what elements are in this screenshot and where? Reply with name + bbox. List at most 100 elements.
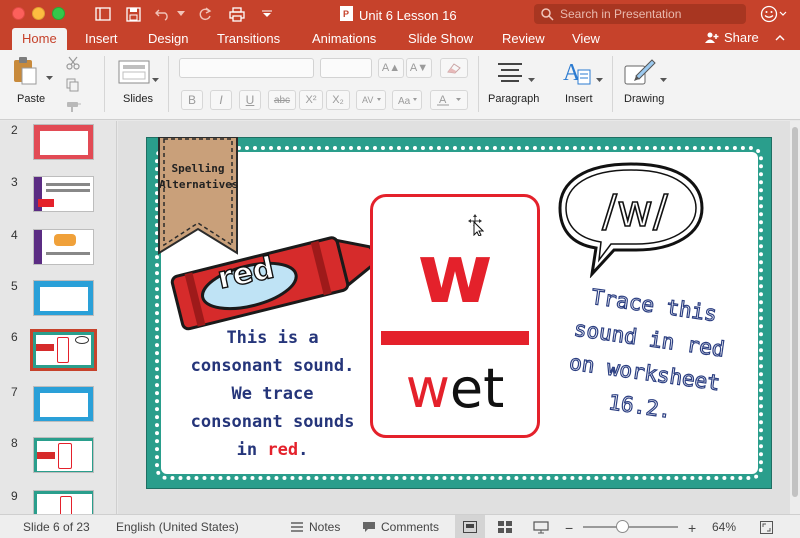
language-indicator[interactable]: English (United States) <box>116 520 239 534</box>
fit-to-window-button[interactable] <box>760 521 773 534</box>
subscript-button[interactable]: X₂ <box>326 90 350 110</box>
underline-button[interactable]: U <box>239 90 261 110</box>
slide-sorter-button[interactable] <box>498 521 512 533</box>
slide-thumbnail-5[interactable] <box>33 280 94 316</box>
save-icon[interactable] <box>124 5 142 23</box>
slides-label: Slides <box>123 93 153 105</box>
italic-button[interactable]: I <box>210 90 232 110</box>
svg-text:P: P <box>343 9 349 19</box>
collapse-ribbon-icon[interactable] <box>775 30 785 44</box>
paragraph-dropdown-icon[interactable] <box>528 70 535 88</box>
insert-icon[interactable]: A <box>562 58 592 91</box>
decrease-font-size-button[interactable]: A▼ <box>406 58 432 78</box>
print-icon[interactable] <box>228 5 246 23</box>
ribbon-tabs: Home Insert Design Transitions Animation… <box>0 28 800 50</box>
redo-icon[interactable] <box>196 5 214 23</box>
normal-view-button[interactable] <box>455 515 485 538</box>
share-button[interactable]: Share <box>705 30 759 45</box>
tab-transitions[interactable]: Transitions <box>217 31 280 46</box>
comments-button[interactable]: Comments <box>362 520 439 534</box>
copy-icon[interactable] <box>66 78 80 97</box>
tab-home[interactable]: Home <box>12 28 67 50</box>
slide-number: 7 <box>11 385 18 399</box>
insert-dropdown-icon[interactable] <box>596 70 603 88</box>
feedback-smiley-icon[interactable] <box>760 4 788 29</box>
slide-number: 2 <box>11 123 18 137</box>
search-input[interactable]: Search in Presentation <box>534 4 746 24</box>
zoom-out-button[interactable]: − <box>565 520 573 536</box>
cut-icon[interactable] <box>66 56 80 75</box>
paste-dropdown-icon[interactable] <box>46 68 53 86</box>
change-case-icon[interactable]: Aa <box>392 90 422 110</box>
tab-animations[interactable]: Animations <box>312 31 376 46</box>
slide-thumbnail-9[interactable] <box>33 490 94 514</box>
notes-icon <box>291 522 303 532</box>
svg-text:Aa: Aa <box>398 96 411 106</box>
left-line-5-prefix: in <box>236 440 258 460</box>
slide-thumbnail-2[interactable] <box>33 124 94 160</box>
slideshow-button[interactable] <box>533 521 549 534</box>
undo-icon[interactable] <box>154 5 172 23</box>
slide-number: 8 <box>11 436 18 450</box>
zoom-slider[interactable] <box>583 520 678 533</box>
tab-slide-show[interactable]: Slide Show <box>408 31 473 46</box>
consonant-instruction-text: This is a consonant sound. We trace cons… <box>180 324 365 464</box>
tab-view[interactable]: View <box>572 31 600 46</box>
tab-design[interactable]: Design <box>148 31 188 46</box>
paste-icon[interactable] <box>12 56 38 91</box>
left-line-2: consonant sound. <box>190 356 355 376</box>
font-color-icon[interactable]: A <box>430 90 468 110</box>
slide-number: 4 <box>11 228 18 242</box>
tab-insert[interactable]: Insert <box>85 31 118 46</box>
document-title-text: Unit 6 Lesson 16 <box>359 7 457 23</box>
slide-number: 5 <box>11 279 18 293</box>
minimize-window-button[interactable] <box>32 7 45 20</box>
left-line-5-suffix: . <box>298 440 309 460</box>
sidebar-toggle-icon[interactable] <box>94 5 112 23</box>
zoom-in-button[interactable]: + <box>688 520 696 536</box>
zoom-slider-knob[interactable] <box>616 520 630 533</box>
slide-thumbnail-3[interactable] <box>33 176 94 212</box>
zoom-window-button[interactable] <box>52 7 65 20</box>
clear-formatting-icon[interactable] <box>440 58 468 78</box>
customize-toolbar-icon[interactable] <box>258 5 276 23</box>
slide-number: 9 <box>11 489 18 503</box>
superscript-button[interactable]: X² <box>299 90 323 110</box>
scrollbar-thumb[interactable] <box>792 127 798 497</box>
tab-review[interactable]: Review <box>502 31 545 46</box>
svg-text:AV: AV <box>362 95 373 105</box>
ribbon-divider <box>478 56 479 112</box>
new-slide-icon[interactable] <box>118 60 150 89</box>
slide-thumbnail-6[interactable] <box>30 329 97 371</box>
normal-view-icon <box>463 521 477 533</box>
bold-button[interactable]: B <box>181 90 203 110</box>
close-window-button[interactable] <box>12 7 25 20</box>
ribbon-divider <box>612 56 613 112</box>
paragraph-icon[interactable] <box>497 62 523 87</box>
comment-icon <box>363 522 375 532</box>
vertical-scrollbar[interactable] <box>790 121 800 514</box>
notes-button[interactable]: Notes <box>290 520 340 534</box>
ribbon-divider <box>104 56 105 112</box>
character-spacing-icon[interactable]: AV <box>356 90 386 110</box>
powerpoint-file-icon: P <box>340 6 353 24</box>
letter-card: w wet <box>370 194 540 438</box>
slide-position: Slide 6 of 23 <box>23 520 90 534</box>
font-name-field[interactable] <box>179 58 314 78</box>
slide-thumbnail-8[interactable] <box>33 437 94 473</box>
slide-thumbnail-7[interactable] <box>33 386 94 422</box>
drawing-icon[interactable] <box>624 58 656 91</box>
tag-line-1: Spelling <box>171 162 225 175</box>
slide-thumbnail-panel[interactable]: 2 3 4 5 6 7 8 9 <box>0 121 117 514</box>
format-painter-icon[interactable] <box>66 100 82 118</box>
increase-font-size-button[interactable]: A▲ <box>378 58 404 78</box>
undo-dropdown-icon[interactable] <box>172 5 190 23</box>
card-letter: w <box>417 227 493 322</box>
slideshow-icon <box>533 521 549 534</box>
font-size-field[interactable] <box>320 58 372 78</box>
slide-thumbnail-4[interactable] <box>33 229 94 265</box>
zoom-level[interactable]: 64% <box>712 520 736 534</box>
slides-dropdown-icon[interactable] <box>152 70 159 88</box>
drawing-dropdown-icon[interactable] <box>660 70 667 88</box>
strikethrough-button[interactable]: abc <box>268 90 296 110</box>
